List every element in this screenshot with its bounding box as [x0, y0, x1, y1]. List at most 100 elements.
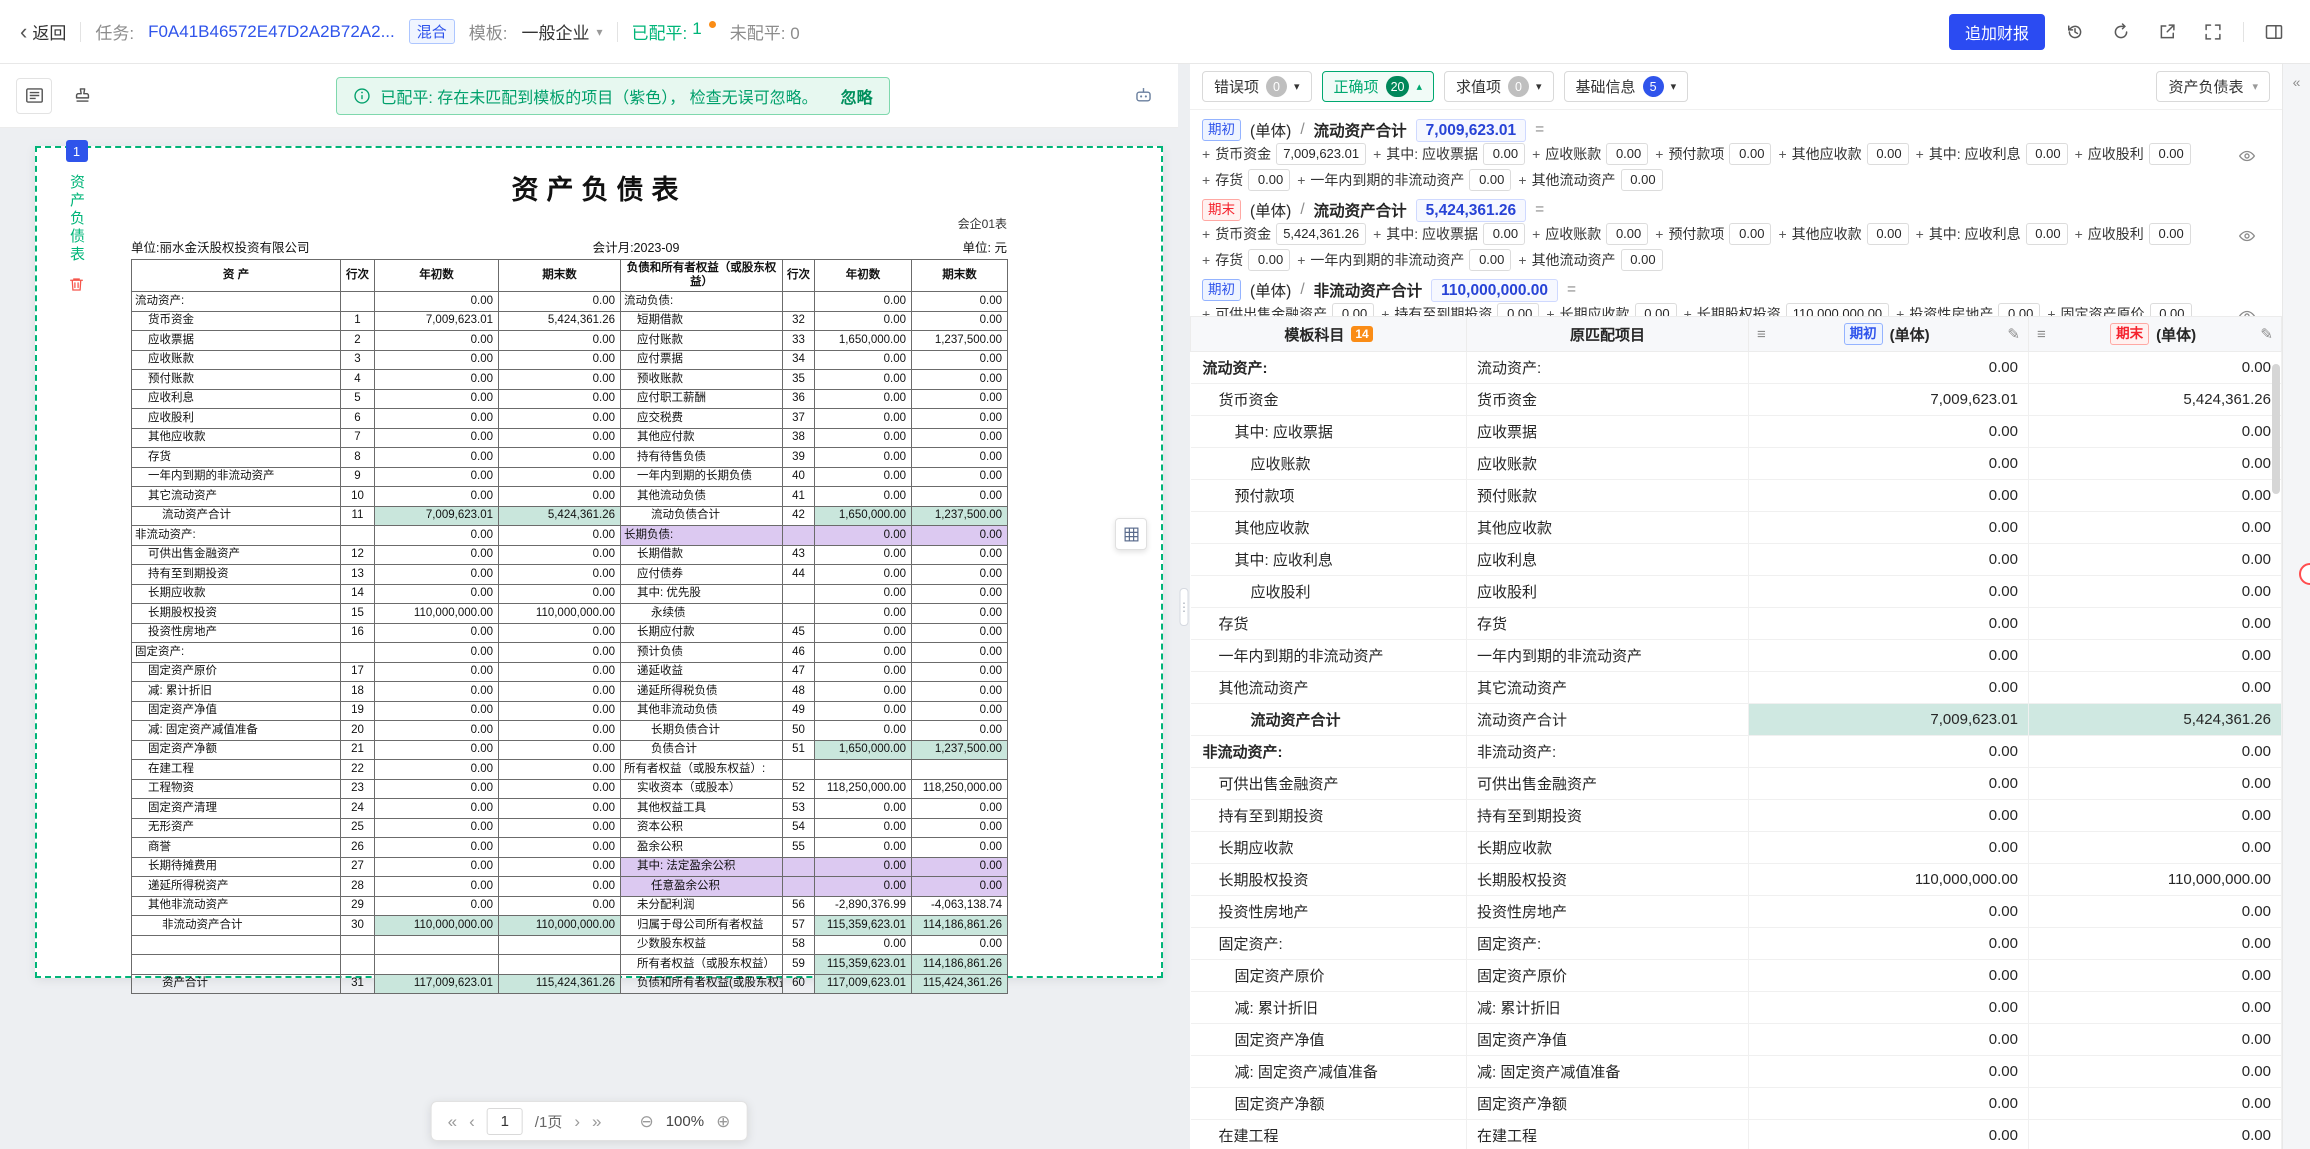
token-value[interactable]: 0.00 — [2026, 143, 2068, 165]
mapping-row[interactable]: 投资性房地产 投资性房地产 0.00 0.00 — [1191, 896, 2282, 928]
end-value-cell[interactable]: 0.00 — [2029, 576, 2282, 608]
mapping-row[interactable]: 预付款项 预付账款 0.00 0.00 — [1191, 480, 2282, 512]
balance-sheet-document[interactable]: 资产负债表 会企01表 单位:丽水金沃股权投资有限公司 会计月:2023-09 … — [35, 146, 1163, 978]
page-input[interactable]: 1 — [487, 1108, 523, 1135]
edit-icon[interactable]: ✎ — [2260, 325, 2273, 343]
token-value[interactable]: 0.00 — [1497, 303, 1539, 316]
sheet-tab-label[interactable]: 资产负债表 — [66, 174, 87, 264]
end-value-cell[interactable]: 0.00 — [2029, 736, 2282, 768]
token-value[interactable]: 0.00 — [2150, 303, 2192, 316]
mapping-row[interactable]: 其他流动资产 其它流动资产 0.00 0.00 — [1191, 672, 2282, 704]
end-value-cell[interactable]: 0.00 — [2029, 928, 2282, 960]
begin-value-cell[interactable]: 0.00 — [1749, 352, 2029, 384]
token-value[interactable]: 0.00 — [1483, 143, 1525, 165]
floating-alert-badge[interactable] — [2299, 563, 2310, 585]
table-extract-button[interactable] — [1115, 518, 1147, 550]
edit-icon[interactable]: ✎ — [2007, 325, 2020, 343]
collapse-panel-icon[interactable]: « — [2293, 74, 2301, 90]
prev-page-icon[interactable]: ‹ — [469, 1113, 475, 1130]
mapping-row[interactable]: 持有至到期投资 持有至到期投资 0.00 0.00 — [1191, 800, 2282, 832]
end-value-cell[interactable]: 5,424,361.26 — [2029, 704, 2282, 736]
mapping-row[interactable]: 可供出售金融资产 可供出售金融资产 0.00 0.00 — [1191, 768, 2282, 800]
begin-value-cell[interactable]: 0.00 — [1749, 1024, 2029, 1056]
begin-value-cell[interactable]: 0.00 — [1749, 1088, 2029, 1120]
begin-value-cell[interactable]: 0.00 — [1749, 960, 2029, 992]
token-value[interactable]: 0.00 — [1998, 303, 2040, 316]
panel-splitter[interactable]: ⋮ — [1178, 64, 1190, 1149]
end-value-cell[interactable]: 0.00 — [2029, 1120, 2282, 1149]
begin-value-cell[interactable]: 7,009,623.01 — [1749, 704, 2029, 736]
begin-value-cell[interactable]: 0.00 — [1749, 608, 2029, 640]
token-value[interactable]: 7,009,623.01 — [1276, 143, 1366, 165]
first-page-icon[interactable]: « — [448, 1113, 457, 1130]
eye-icon[interactable] — [2238, 147, 2256, 165]
begin-value-cell[interactable]: 0.00 — [1749, 448, 2029, 480]
ignore-link[interactable]: 忽略 — [841, 84, 873, 108]
mapping-row[interactable]: 固定资产净值 固定资产净值 0.00 0.00 — [1191, 1024, 2282, 1056]
last-page-icon[interactable]: » — [592, 1113, 601, 1130]
begin-value-cell[interactable]: 110,000,000.00 — [1749, 864, 2029, 896]
token-value[interactable]: 0.00 — [1621, 249, 1663, 271]
end-value-cell[interactable]: 0.00 — [2029, 1088, 2282, 1120]
end-value-cell[interactable]: 0.00 — [2029, 800, 2282, 832]
end-value-cell[interactable]: 0.00 — [2029, 512, 2282, 544]
end-value-cell[interactable]: 0.00 — [2029, 672, 2282, 704]
token-value[interactable]: 0.00 — [1729, 223, 1771, 245]
end-value-cell[interactable]: 0.00 — [2029, 640, 2282, 672]
begin-value-cell[interactable]: 7,009,623.01 — [1749, 384, 2029, 416]
end-value-cell[interactable]: 0.00 — [2029, 480, 2282, 512]
stamp-tool-button[interactable] — [64, 78, 100, 114]
begin-value-cell[interactable]: 0.00 — [1749, 512, 2029, 544]
end-value-cell[interactable]: 0.00 — [2029, 832, 2282, 864]
layout-toggle-button[interactable] — [2258, 16, 2290, 48]
formula-block[interactable]: 期初 (单体) / 流动资产合计 7,009,623.01 = + 货币资金 7… — [1202, 114, 2270, 194]
end-value-cell[interactable]: 0.00 — [2029, 544, 2282, 576]
end-value-cell[interactable]: 0.00 — [2029, 608, 2282, 640]
token-value[interactable]: 0.00 — [1635, 303, 1677, 316]
page-number-badge[interactable]: 1 — [66, 140, 88, 162]
mapping-row[interactable]: 其他应收款 其他应收款 0.00 0.00 — [1191, 512, 2282, 544]
formula-block[interactable]: 期初 (单体) / 非流动资产合计 110,000,000.00 = + 可供出… — [1202, 274, 2270, 316]
mapping-row[interactable]: 减: 固定资产减值准备 减: 固定资产减值准备 0.00 0.00 — [1191, 1056, 2282, 1088]
begin-value-cell[interactable]: 0.00 — [1749, 544, 2029, 576]
end-value-cell[interactable]: 0.00 — [2029, 992, 2282, 1024]
scrollbar-thumb[interactable] — [2272, 364, 2280, 494]
formula-block[interactable]: 期末 (单体) / 流动资产合计 5,424,361.26 = + 货币资金 5… — [1202, 194, 2270, 274]
begin-value-cell[interactable]: 0.00 — [1749, 768, 2029, 800]
token-value[interactable]: 0.00 — [1621, 169, 1663, 191]
token-value[interactable]: 5,424,361.26 — [1276, 223, 1366, 245]
begin-value-cell[interactable]: 0.00 — [1749, 576, 2029, 608]
task-id-link[interactable]: F0A41B46572E47D2A2B72A2... — [148, 22, 395, 42]
token-value[interactable]: 0.00 — [1332, 303, 1374, 316]
mapping-row[interactable]: 固定资产原价 固定资产原价 0.00 0.00 — [1191, 960, 2282, 992]
end-value-cell[interactable]: 0.00 — [2029, 416, 2282, 448]
mapping-row[interactable]: 固定资产: 固定资产: 0.00 0.00 — [1191, 928, 2282, 960]
begin-value-cell[interactable]: 0.00 — [1749, 416, 2029, 448]
token-value[interactable]: 0.00 — [1867, 223, 1909, 245]
outline-toggle-button[interactable] — [16, 78, 52, 114]
sheet-select[interactable]: 资产负债表 ▾ — [2156, 71, 2270, 102]
begin-value-cell[interactable]: 0.00 — [1749, 736, 2029, 768]
token-value[interactable]: 0.00 — [1469, 169, 1511, 191]
end-value-cell[interactable]: 110,000,000.00 — [2029, 864, 2282, 896]
history-button[interactable] — [2059, 16, 2091, 48]
delete-sheet-button[interactable] — [68, 276, 85, 293]
begin-value-cell[interactable]: 0.00 — [1749, 992, 2029, 1024]
token-value[interactable]: 0.00 — [2026, 223, 2068, 245]
formula-toggle-icon[interactable]: ≡ — [1757, 326, 1766, 343]
mapping-row[interactable]: 长期应收款 长期应收款 0.00 0.00 — [1191, 832, 2282, 864]
mapping-row[interactable]: 存货 存货 0.00 0.00 — [1191, 608, 2282, 640]
end-value-cell[interactable]: 0.00 — [2029, 960, 2282, 992]
begin-value-cell[interactable]: 0.00 — [1749, 928, 2029, 960]
mapping-row[interactable]: 流动资产合计 流动资产合计 7,009,623.01 5,424,361.26 — [1191, 704, 2282, 736]
mapping-row[interactable]: 其中: 应收票据 应收票据 0.00 0.00 — [1191, 416, 2282, 448]
fullscreen-button[interactable] — [2197, 16, 2229, 48]
refresh-button[interactable] — [2105, 16, 2137, 48]
begin-value-cell[interactable]: 0.00 — [1749, 800, 2029, 832]
export-button[interactable] — [2151, 16, 2183, 48]
formula-toggle-icon[interactable]: ≡ — [2037, 326, 2046, 343]
token-value[interactable]: 0.00 — [2149, 223, 2191, 245]
token-value[interactable]: 0.00 — [1248, 249, 1290, 271]
eye-icon[interactable] — [2238, 307, 2256, 316]
token-value[interactable]: 0.00 — [2149, 143, 2191, 165]
